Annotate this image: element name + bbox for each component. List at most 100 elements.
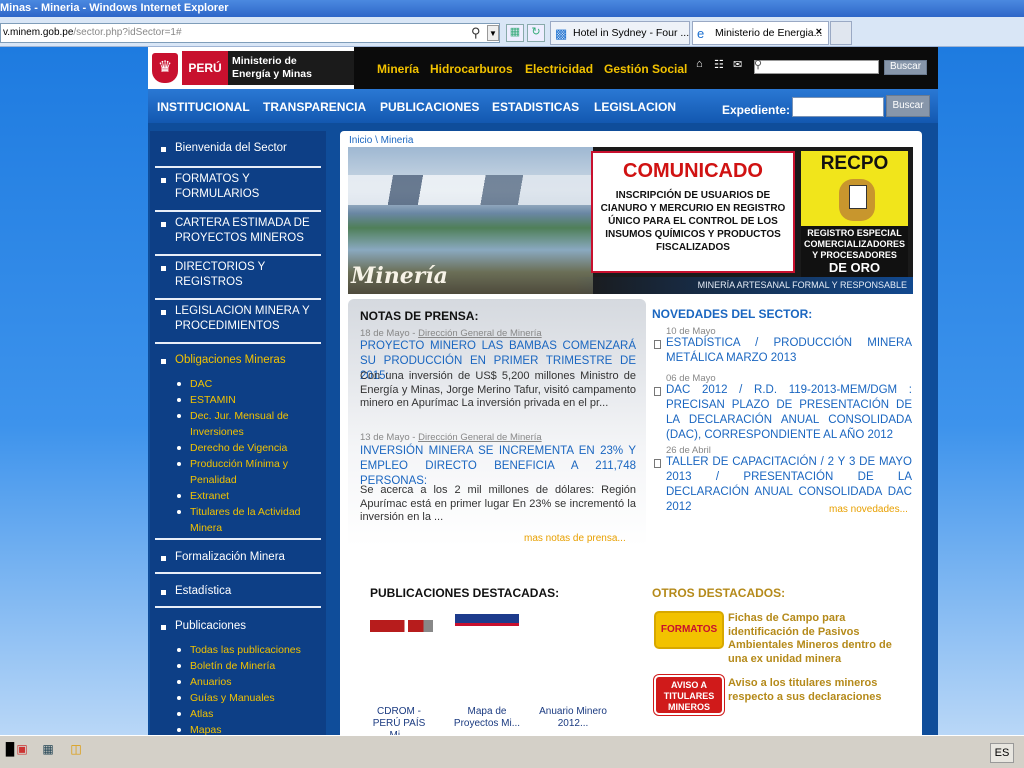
- document-icon: [654, 387, 661, 396]
- sidebar-item-label: LEGISLACION MINERA Y PROCEDIMIENTOS: [175, 305, 310, 332]
- news-source-link[interactable]: Dirección General de Minería: [418, 432, 542, 443]
- dropdown-arrow-icon[interactable]: ▼: [487, 25, 499, 41]
- search-icon[interactable]: ⚲: [471, 25, 481, 41]
- nav-institucional[interactable]: INSTITUCIONAL: [157, 100, 250, 114]
- notas-title: NOTAS DE PRENSA:: [360, 309, 479, 323]
- main-content: Inicio \ Mineria Minería COMUNICADO INSC…: [340, 131, 922, 735]
- sub-item-label: Derecho de Vigencia: [190, 442, 288, 454]
- gold-document-icon: [839, 179, 875, 221]
- otros-title: OTROS DESTACADOS:: [652, 586, 786, 600]
- otros-aviso-link[interactable]: Aviso a los titulares mineros respecto a…: [728, 677, 908, 704]
- taskbar: █ ▣ ▦ ◫ ES: [0, 735, 1024, 768]
- page-icon: ▩: [555, 26, 568, 41]
- folder-icon[interactable]: ◫: [68, 742, 84, 758]
- sidebar-item-label: CARTERA ESTIMADA DE PROYECTOS MINEROS: [175, 217, 310, 244]
- sidebar-item-bienvenida[interactable]: Bienvenida del Sector: [150, 141, 326, 156]
- sub-item-anuarios[interactable]: Anuarios: [150, 674, 326, 690]
- sub-item-estamin[interactable]: ESTAMIN: [150, 392, 326, 408]
- document-icon: [654, 459, 661, 468]
- novedades-panel: NOVEDADES DEL SECTOR: 10 de Mayo ESTADÍS…: [652, 299, 914, 539]
- sidebar-item-publicaciones[interactable]: Publicaciones: [150, 619, 326, 634]
- bullet-icon: [161, 147, 166, 152]
- nav-legislacion[interactable]: LEGISLACION: [594, 100, 676, 114]
- sub-item-extranet[interactable]: Extranet: [150, 488, 326, 504]
- sub-item-guias[interactable]: Guías y Manuales: [150, 690, 326, 706]
- mineria-banner[interactable]: Minería COMUNICADO INSCRIPCIÓN DE USUARI…: [348, 147, 913, 294]
- nav-transparencia[interactable]: TRANSPARENCIA: [263, 100, 366, 114]
- dot-icon: [177, 398, 181, 402]
- sidebar-item-formatos[interactable]: FORMATOS Y FORMULARIOS: [150, 172, 326, 202]
- sidebar-item-estadistica[interactable]: Estadística: [150, 584, 326, 599]
- more-press-link[interactable]: mas notas de prensa...: [524, 533, 626, 544]
- news-date: 18 de Mayo - Dirección General de Minerí…: [360, 328, 542, 339]
- recpo-box[interactable]: RECPO REGISTRO ESPECIAL COMERCIALIZADORE…: [799, 149, 910, 277]
- tab-ministerio[interactable]: e Ministerio de Energia... ×: [692, 21, 829, 45]
- sub-item-produccion-minima[interactable]: Producción Mínima y Penalidad: [150, 456, 326, 488]
- powerpoint-icon[interactable]: ▣: [14, 742, 30, 758]
- sidebar-item-directorios[interactable]: DIRECTORIOS Y REGISTROS: [150, 260, 326, 290]
- expediente-search-button[interactable]: Buscar: [886, 95, 930, 117]
- tab-hotel-sydney[interactable]: ▩ Hotel in Sydney - Four ...: [550, 21, 690, 45]
- header-link-mineria[interactable]: Minería: [377, 62, 419, 76]
- novedad-link[interactable]: DAC 2012 / R.D. 119-2013-MEM/DGM : PRECI…: [666, 383, 912, 443]
- pub-label-cdrom[interactable]: CDROM - PERÚ PAÍS Mi...: [364, 706, 434, 735]
- sub-item-dec-jur[interactable]: Dec. Jur. Mensual de Inversiones: [150, 408, 326, 440]
- publicaciones-title: PUBLICACIONES DESTACADAS:: [370, 586, 560, 600]
- nav-publicaciones[interactable]: PUBLICACIONES: [380, 100, 479, 114]
- sub-item-derecho-vigencia[interactable]: Derecho de Vigencia: [150, 440, 326, 456]
- recpo-line1: REGISTRO ESPECIAL: [807, 228, 902, 238]
- header-link-gestion-social[interactable]: Gestión Social: [604, 62, 687, 76]
- news-body: Con una inversión de US$ 5,200 millones …: [360, 370, 636, 409]
- breadcrumb[interactable]: Inicio \ Mineria: [349, 135, 413, 146]
- pub-label-anuario[interactable]: Anuario Minero 2012...: [538, 706, 608, 730]
- sub-item-label: Titulares de la Actividad Minera: [190, 506, 301, 534]
- mapa-thumbnail[interactable]: [455, 614, 519, 626]
- formatos-badge[interactable]: FORMATOS: [654, 611, 724, 649]
- cdrom-thumbnail[interactable]: [370, 620, 433, 632]
- minem-logo[interactable]: ♛ PERÚ Ministerio de Energía y Minas: [148, 47, 354, 89]
- comunicado-box[interactable]: COMUNICADO INSCRIPCIÓN DE USUARIOS DE CI…: [591, 151, 795, 273]
- word-icon[interactable]: ▦: [40, 742, 56, 758]
- sidebar-item-label: Publicaciones: [175, 620, 246, 632]
- ministry-name: Ministerio de Energía y Minas: [228, 51, 354, 85]
- novedad-link[interactable]: ESTADÍSTICA / PRODUCCIÓN MINERA METÁLICA…: [666, 336, 912, 366]
- sidebar-item-legislacion[interactable]: LEGISLACION MINERA Y PROCEDIMIENTOS: [150, 304, 326, 334]
- aviso-titulares-badge[interactable]: AVISO A TITULARES MINEROS: [654, 675, 724, 715]
- sub-item-atlas[interactable]: Atlas: [150, 706, 326, 722]
- header-link-electricidad[interactable]: Electricidad: [525, 62, 593, 76]
- compatibility-view-icon[interactable]: ▦: [506, 24, 524, 42]
- badge-line: AVISO A: [670, 680, 707, 690]
- refresh-icon[interactable]: ↻: [527, 24, 545, 42]
- expediente-input[interactable]: [792, 97, 884, 117]
- nav-estadisticas[interactable]: ESTADISTICAS: [492, 100, 579, 114]
- news-headline[interactable]: INVERSIÓN MINERA SE INCREMENTA EN 23% Y …: [360, 444, 636, 489]
- more-novedades-link[interactable]: mas novedades...: [829, 504, 908, 515]
- pub-label-mapa[interactable]: Mapa de Proyectos Mi...: [452, 706, 522, 730]
- url-field[interactable]: v.minem.gob.pe/sector.php?idSector=1#: [0, 23, 500, 43]
- mail-icon[interactable]: ✉: [733, 58, 742, 71]
- sidebar-item-obligaciones[interactable]: Obligaciones Mineras: [150, 353, 326, 368]
- home-icon[interactable]: ⌂: [696, 58, 703, 70]
- recpo-line3: DE ORO: [828, 260, 881, 275]
- header-search-button[interactable]: Buscar: [884, 60, 927, 75]
- otros-fichas-link[interactable]: Fichas de Campo para identificación de P…: [728, 612, 912, 666]
- language-indicator[interactable]: ES: [990, 743, 1014, 763]
- sidebar-item-label: DIRECTORIOS Y REGISTROS: [175, 261, 266, 288]
- sub-item-boletin[interactable]: Boletín de Minería: [150, 658, 326, 674]
- sub-item-todas[interactable]: Todas las publicaciones: [150, 642, 326, 658]
- news-source-link[interactable]: Dirección General de Minería: [418, 328, 542, 339]
- sub-item-label: Guías y Manuales: [190, 692, 275, 704]
- novedades-title: NOVEDADES DEL SECTOR:: [652, 307, 813, 321]
- sidebar-item-cartera[interactable]: CARTERA ESTIMADA DE PROYECTOS MINEROS: [150, 216, 326, 246]
- sub-item-titulares[interactable]: Titulares de la Actividad Minera: [150, 504, 326, 536]
- sitemap-icon[interactable]: ☷: [714, 58, 724, 71]
- sidebar-item-formalizacion[interactable]: Formalización Minera: [150, 550, 326, 565]
- sub-item-mapas[interactable]: Mapas: [150, 722, 326, 735]
- sub-item-dac[interactable]: DAC: [150, 376, 326, 392]
- new-tab-button[interactable]: [830, 21, 852, 45]
- header-link-hidrocarburos[interactable]: Hidrocarburos: [430, 62, 513, 76]
- bullet-icon: [161, 590, 166, 595]
- dot-icon: [177, 648, 181, 652]
- header-search-input[interactable]: [754, 60, 879, 74]
- close-icon[interactable]: ×: [816, 26, 822, 38]
